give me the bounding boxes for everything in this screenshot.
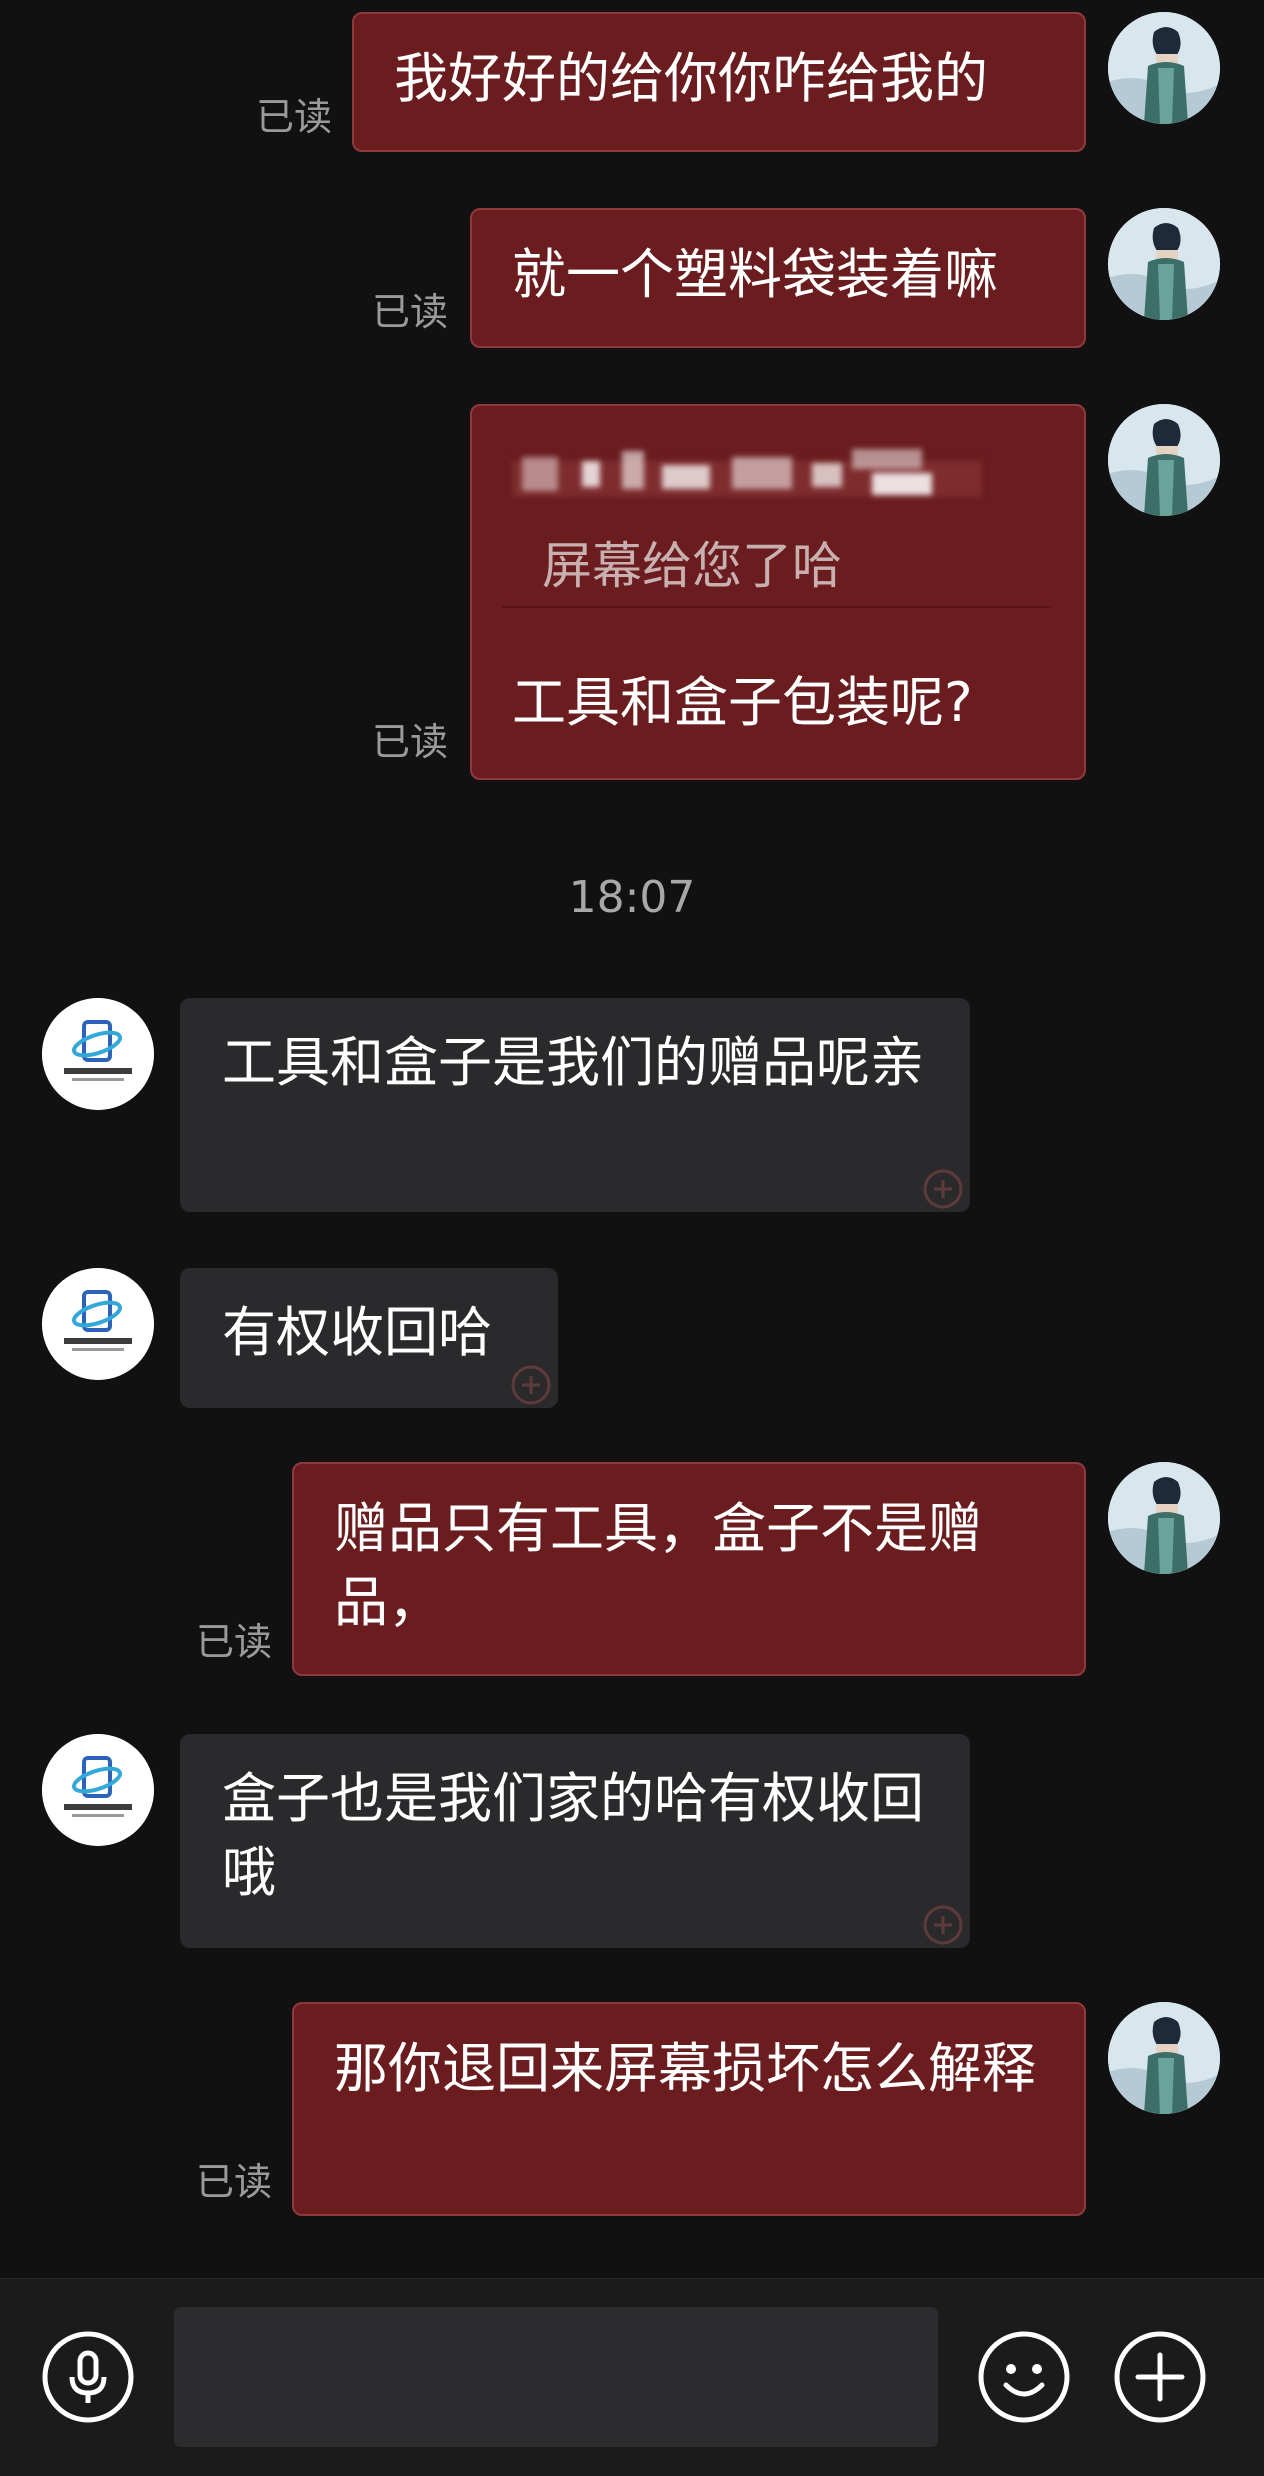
message-text: 工具和盒子是我们的赠品呢亲 [222, 1031, 924, 1094]
watermark-icon [923, 1169, 963, 1209]
quote-divider [502, 606, 1052, 608]
shop-avatar[interactable] [42, 1268, 154, 1380]
outgoing-message-bubble-with-quote[interactable]: 屏幕给您了哈 工具和盒子包装呢? [470, 404, 1086, 780]
message-text: 有权收回哈 [222, 1301, 492, 1364]
user-avatar[interactable] [1108, 208, 1220, 320]
outgoing-message-bubble[interactable]: 那你退回来屏幕损坏怎么解释 [292, 2002, 1086, 2216]
outgoing-message-bubble[interactable]: 赠品只有工具，盒子不是赠品， [292, 1462, 1086, 1676]
chat-input-bar [0, 2278, 1264, 2476]
message-text: 我好好的给你你咋给我的 [394, 47, 988, 110]
watermark-icon [511, 1365, 551, 1405]
message-timestamp: 18:07 [568, 872, 696, 923]
outgoing-message-bubble[interactable]: 就一个塑料袋装着嘛 [470, 208, 1086, 348]
message-text: 赠品只有工具，盒子不是赠品， [334, 1497, 982, 1634]
chat-message-list[interactable]: 已读 我好好的给你你咋给我的 已读 就一个塑料袋装着嘛 已读 屏幕给您了哈 工具… [0, 0, 1264, 2278]
quoted-text: 屏幕给您了哈 [542, 537, 842, 595]
read-receipt: 已读 [372, 720, 449, 764]
read-receipt: 已读 [256, 95, 333, 139]
message-input[interactable] [174, 2307, 938, 2447]
incoming-message-bubble[interactable]: 有权收回哈 [180, 1268, 558, 1408]
read-receipt: 已读 [372, 290, 449, 334]
user-avatar[interactable] [1108, 12, 1220, 124]
shop-avatar[interactable] [42, 1734, 154, 1846]
read-receipt: 已读 [196, 2160, 273, 2204]
quoted-sender-redacted [512, 446, 982, 500]
read-receipt: 已读 [196, 1620, 273, 1664]
message-text: 就一个塑料袋装着嘛 [512, 243, 998, 306]
voice-button[interactable] [40, 2329, 136, 2425]
microphone-icon [42, 2331, 134, 2423]
incoming-message-bubble[interactable]: 工具和盒子是我们的赠品呢亲 [180, 998, 970, 1212]
outgoing-message-bubble[interactable]: 我好好的给你你咋给我的 [352, 12, 1086, 152]
more-button[interactable] [1112, 2329, 1208, 2425]
emoji-button[interactable] [976, 2329, 1072, 2425]
message-text: 工具和盒子包装呢? [512, 671, 973, 734]
message-text: 盒子也是我们家的哈有权收回哦 [222, 1767, 924, 1904]
user-avatar[interactable] [1108, 1462, 1220, 1574]
message-text: 那你退回来屏幕损坏怎么解释 [334, 2037, 1036, 2100]
user-avatar[interactable] [1108, 2002, 1220, 2114]
watermark-icon [923, 1905, 963, 1945]
user-avatar[interactable] [1108, 404, 1220, 516]
shop-avatar[interactable] [42, 998, 154, 1110]
emoji-icon [978, 2331, 1070, 2423]
plus-icon [1114, 2331, 1206, 2423]
incoming-message-bubble[interactable]: 盒子也是我们家的哈有权收回哦 [180, 1734, 970, 1948]
